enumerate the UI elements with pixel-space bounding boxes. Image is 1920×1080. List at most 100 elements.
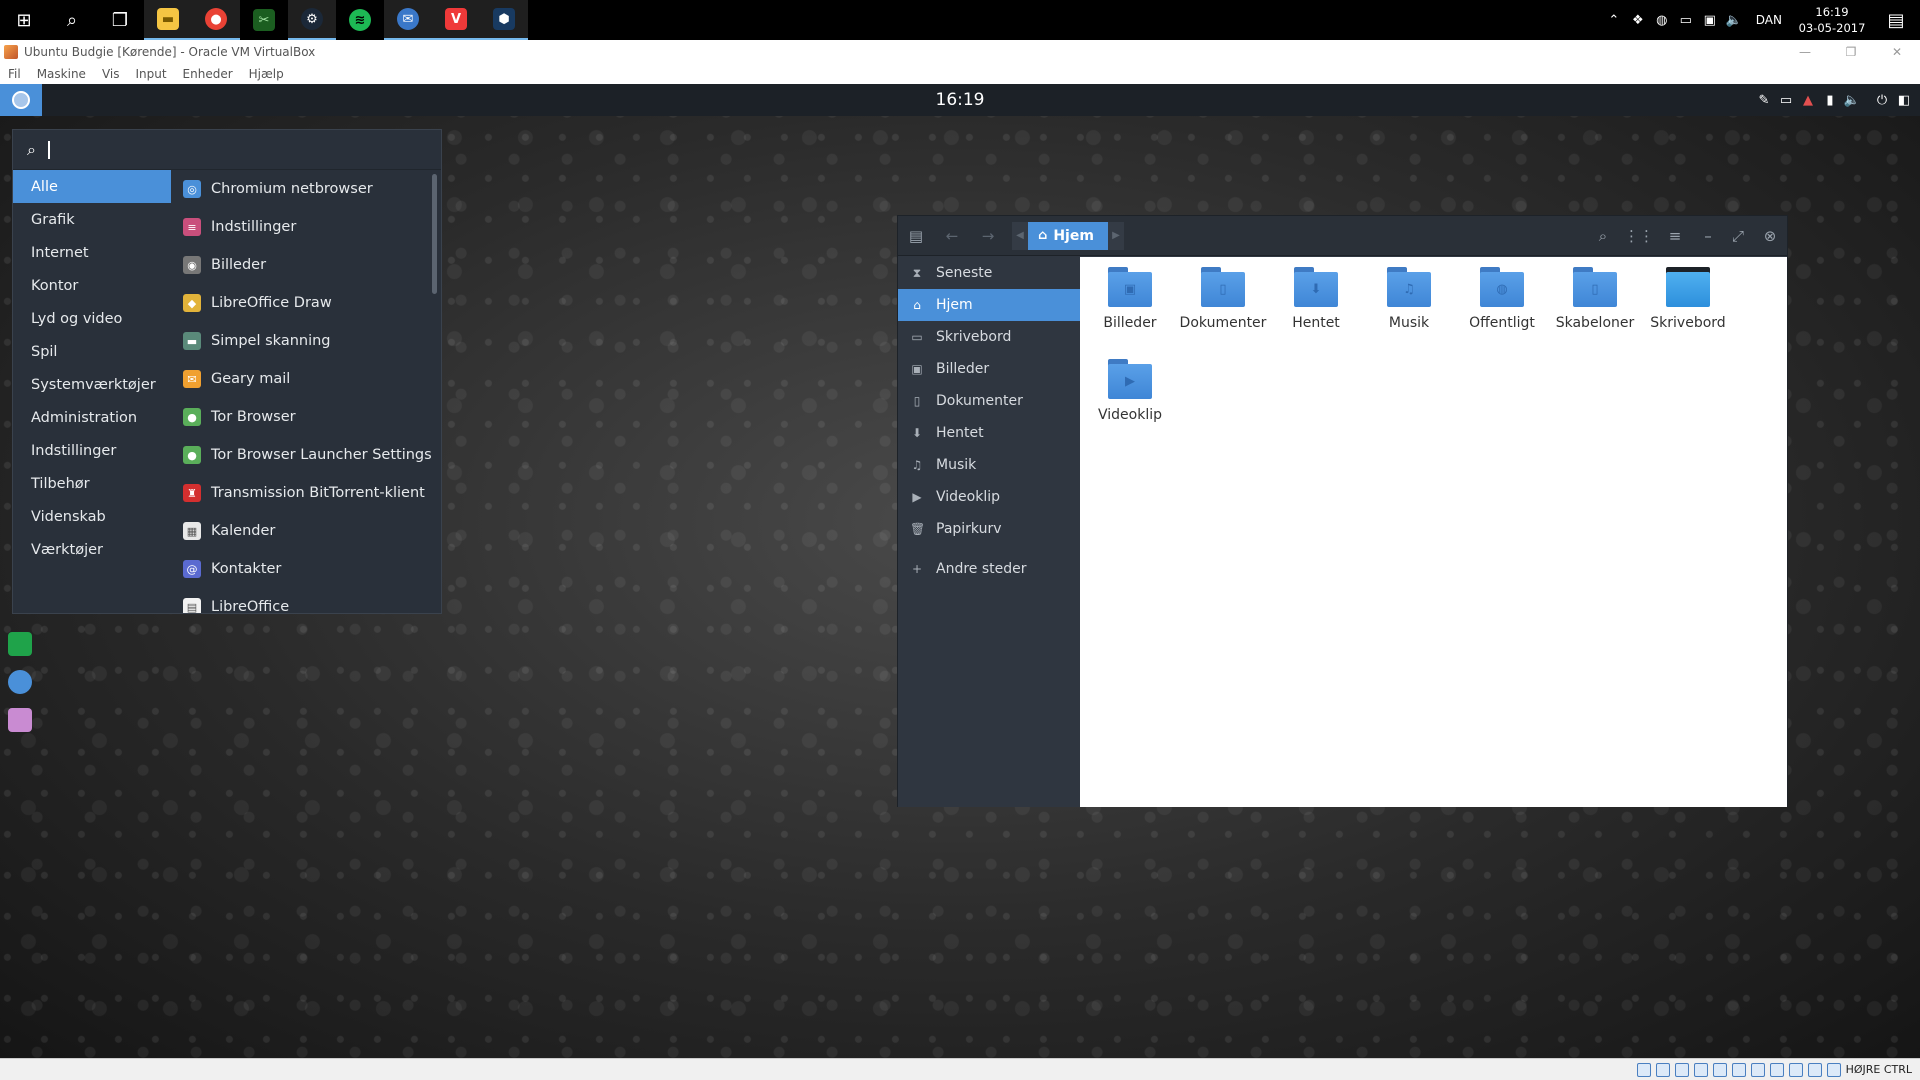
path-scroll-left-icon[interactable]: ◀ <box>1012 221 1028 250</box>
notification-icon[interactable]: ▲ <box>1798 93 1818 108</box>
spotify-icon[interactable]: ≋ <box>336 0 384 40</box>
app-item[interactable]: ● Tor Browser Launcher Settings <box>173 436 435 474</box>
audio-icon[interactable] <box>1674 1062 1689 1077</box>
sidebar-item[interactable]: ▯ Dokumenter <box>898 385 1080 417</box>
vt-x-icon[interactable] <box>1788 1062 1803 1077</box>
menu-fil[interactable]: Fil <box>8 67 21 81</box>
app-item[interactable]: ▦ Kalender <box>173 512 435 550</box>
shared-folders-icon[interactable] <box>1731 1062 1746 1077</box>
back-button[interactable]: ← <box>934 216 970 256</box>
category-vaerktojer[interactable]: Værktøjer <box>13 533 171 566</box>
folder-item[interactable]: ⬇ Hentet <box>1272 267 1360 331</box>
spreadsheet-dock-icon[interactable] <box>8 632 32 656</box>
chrome-icon[interactable]: ● <box>192 0 240 40</box>
menu-hjaelp[interactable]: Hjælp <box>249 67 284 81</box>
power-icon[interactable]: ⏻ <box>1872 93 1892 108</box>
path-scroll-right-icon[interactable]: ▶ <box>1107 221 1124 250</box>
category-videnskab[interactable]: Videnskab <box>13 500 171 533</box>
sidebar-item[interactable]: ♫ Musik <box>898 449 1080 481</box>
category-internet[interactable]: Internet <box>13 236 171 269</box>
minimize-button[interactable]: – <box>1693 216 1723 256</box>
close-button[interactable]: ⊗ <box>1753 216 1787 256</box>
category-administration[interactable]: Administration <box>13 401 171 434</box>
keyboard-icon[interactable] <box>1826 1062 1841 1077</box>
app-item[interactable]: ≡ Indstillinger <box>173 208 435 246</box>
app-item[interactable]: ▬ Simpel skanning <box>173 322 435 360</box>
taskbar-clock[interactable]: 16:19 03-05-2017 <box>1792 4 1872 36</box>
app-item[interactable]: ✉ Geary mail <box>173 360 435 398</box>
category-grafik[interactable]: Grafik <box>13 203 171 236</box>
app-item[interactable]: ● Tor Browser <box>173 398 435 436</box>
category-lyd-og-video[interactable]: Lyd og video <box>13 302 171 335</box>
folder-item[interactable]: ♫ Musik <box>1365 267 1453 331</box>
menu-input[interactable]: Input <box>135 67 166 81</box>
battery-icon[interactable]: ▮ <box>1820 93 1840 108</box>
vivaldi-icon[interactable]: V <box>432 0 480 40</box>
battery-icon[interactable]: ▭ <box>1674 13 1698 28</box>
menu-scrollbar[interactable] <box>432 174 437 294</box>
pin-icon[interactable]: ✎ <box>1754 93 1774 108</box>
raven-toggle-icon[interactable]: ◧ <box>1894 93 1914 108</box>
menu-maskine[interactable]: Maskine <box>37 67 86 81</box>
file-explorer-icon[interactable]: ▬ <box>144 0 192 40</box>
app-icon[interactable]: ✂ <box>240 0 288 40</box>
language-indicator[interactable]: DAN <box>1746 13 1792 27</box>
search-button[interactable]: ⌕ <box>1585 216 1621 256</box>
category-systemvaerktojer[interactable]: Systemværktøjer <box>13 368 171 401</box>
menu-button[interactable]: ≡ <box>1657 216 1693 256</box>
mouse-integration-icon[interactable] <box>1807 1062 1822 1077</box>
path-home-button[interactable]: ⌂ Hjem <box>1028 221 1108 250</box>
menu-vis[interactable]: Vis <box>102 67 120 81</box>
hdd-icon[interactable] <box>1636 1062 1651 1077</box>
category-indstillinger[interactable]: Indstillinger <box>13 434 171 467</box>
close-button[interactable]: ✕ <box>1874 40 1920 64</box>
files-dock-icon[interactable] <box>8 708 32 732</box>
steam-icon[interactable]: ⚙ <box>288 0 336 40</box>
app-item[interactable]: ◆ LibreOffice Draw <box>173 284 435 322</box>
view-grid-button[interactable]: ⋮⋮ <box>1621 216 1657 256</box>
network-icon[interactable] <box>1693 1062 1708 1077</box>
sidebar-item[interactable]: 🗑 Papirkurv <box>898 513 1080 545</box>
folder-item[interactable]: ◍ Offentligt <box>1458 267 1546 331</box>
sidebar-item[interactable]: ▶ Videoklip <box>898 481 1080 513</box>
sidebar-item[interactable]: ▭ Skrivebord <box>898 321 1080 353</box>
display-icon[interactable]: ▭ <box>1776 93 1796 108</box>
optical-drive-icon[interactable] <box>1655 1062 1670 1077</box>
volume-icon[interactable]: 🔈 <box>1842 93 1862 108</box>
usb-icon[interactable] <box>1712 1062 1727 1077</box>
sidebar-item[interactable]: + Andre steder <box>898 553 1080 585</box>
network-icon[interactable]: ▣ <box>1698 13 1722 28</box>
windows-start-icon[interactable]: ⊞ <box>0 0 48 40</box>
budgie-menu-button[interactable] <box>0 84 42 116</box>
app-item[interactable]: ◉ Billeder <box>173 246 435 284</box>
folder-item[interactable]: ▶ Videoklip <box>1086 359 1174 423</box>
folder-item[interactable]: Skrivebord <box>1644 267 1732 331</box>
folder-item[interactable]: ▯ Skabeloner <box>1551 267 1639 331</box>
restore-button[interactable]: ❐ <box>1828 40 1874 64</box>
panel-clock[interactable]: 16:19 <box>0 90 1920 110</box>
folder-item[interactable]: ▯ Dokumenter <box>1179 267 1267 331</box>
chevron-up-icon[interactable]: ⌃ <box>1602 13 1626 28</box>
category-kontor[interactable]: Kontor <box>13 269 171 302</box>
folder-item[interactable]: ▣ Billeder <box>1086 267 1174 331</box>
virtualbox-icon[interactable]: ⬢ <box>480 0 528 40</box>
app-item[interactable]: ◎ Chromium netbrowser <box>173 170 435 208</box>
category-alle[interactable]: Alle <box>13 170 171 203</box>
recording-icon[interactable] <box>1769 1062 1784 1077</box>
minimize-button[interactable]: — <box>1782 40 1828 64</box>
menu-search-input[interactable] <box>47 140 50 159</box>
category-tilbehor[interactable]: Tilbehør <box>13 467 171 500</box>
action-center-icon[interactable]: ▤ <box>1872 0 1920 40</box>
menu-enheder[interactable]: Enheder <box>183 67 233 81</box>
app-item[interactable]: ▤ LibreOffice <box>173 588 435 613</box>
category-spil[interactable]: Spil <box>13 335 171 368</box>
sidebar-item[interactable]: ▣ Billeder <box>898 353 1080 385</box>
thunderbird-icon[interactable]: ✉ <box>384 0 432 40</box>
display-icon[interactable] <box>1750 1062 1765 1077</box>
sidebar-item[interactable]: ⬇ Hentet <box>898 417 1080 449</box>
dropbox-icon[interactable]: ❖ <box>1626 13 1650 28</box>
search-icon[interactable]: ⌕ <box>48 0 96 40</box>
chromium-dock-icon[interactable] <box>8 670 32 694</box>
task-view-icon[interactable]: ❐ <box>96 0 144 40</box>
app-item[interactable]: @ Kontakter <box>173 550 435 588</box>
